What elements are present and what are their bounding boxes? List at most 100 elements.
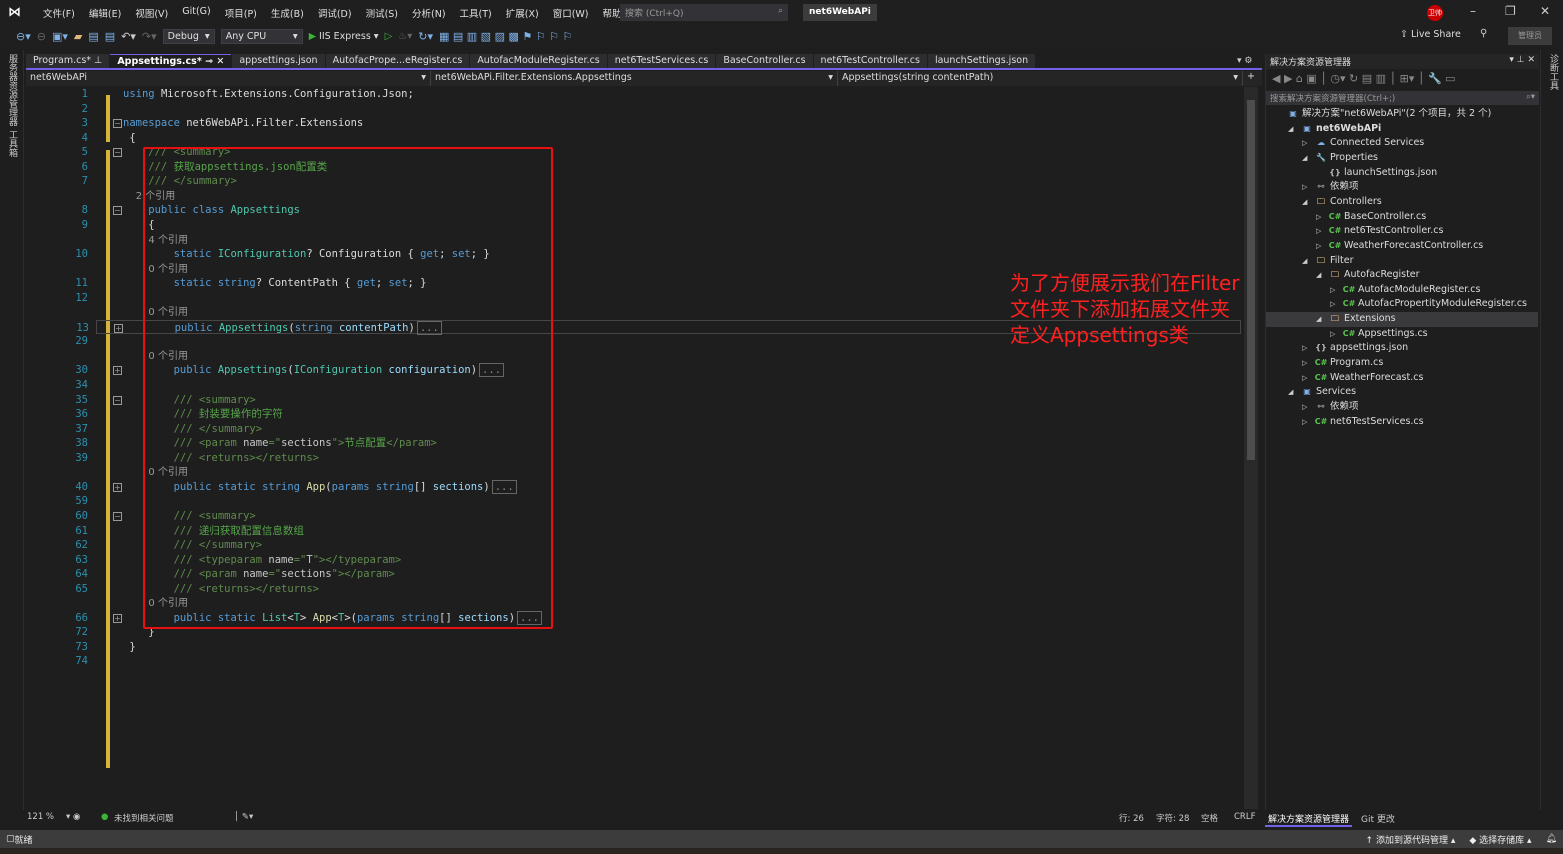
code-line[interactable]: 1 using Microsoft.Extensions.Configuratio… (26, 87, 1236, 102)
collapsed-arrow-icon[interactable]: ▷ (1316, 224, 1321, 239)
eol-indicator[interactable]: CRLF (1234, 812, 1255, 822)
tree-item[interactable]: ▷ C# WeatherForecast.cs (1266, 371, 1538, 386)
tree-item[interactable]: ◢ 🗀 Extensions (1266, 312, 1538, 327)
scrollbar-thumb[interactable] (1247, 100, 1255, 460)
expand-icon[interactable]: + (113, 366, 122, 376)
tree-item[interactable]: {} launchSettings.json (1266, 166, 1538, 181)
expanded-arrow-icon[interactable]: ◢ (1302, 151, 1307, 166)
expanded-arrow-icon[interactable]: ◢ (1302, 195, 1307, 210)
restore-icon[interactable]: ❐ (1505, 4, 1516, 18)
collapsed-arrow-icon[interactable]: ▷ (1302, 180, 1307, 195)
tab-4[interactable]: AutofacModuleRegister.cs (470, 54, 607, 68)
tree-item[interactable]: ▷ C# net6TestController.cs (1266, 224, 1538, 239)
tree-item[interactable]: ▣ 解决方案"net6WebAPi"(2 个项目，共 2 个) (1266, 107, 1538, 122)
collapsed-arrow-icon[interactable]: ▷ (1302, 136, 1307, 151)
open-icon[interactable]: ▰ (74, 30, 82, 43)
tree-item[interactable]: ▷ C# Appsettings.cs (1266, 327, 1538, 342)
solution-search-input[interactable]: 搜索解决方案资源管理器(Ctrl+;) ⌕▾ (1266, 91, 1539, 105)
live-share-button[interactable]: ⇪ Live Share (1400, 29, 1461, 40)
tab-git-changes[interactable]: Git 更改 (1358, 812, 1398, 827)
tree-item[interactable]: ◢ 🗀 AutofacRegister (1266, 268, 1538, 283)
type-dropdown[interactable]: net6WebAPi.Filter.Extensions.Appsettings… (431, 71, 838, 86)
tree-item[interactable]: ◢ 🗀 Filter (1266, 254, 1538, 269)
code-line[interactable]: 74 (26, 654, 1236, 669)
collapsed-arrow-icon[interactable]: ▷ (1316, 210, 1321, 225)
avatar[interactable]: 卫帅 (1427, 5, 1443, 21)
tree-item[interactable]: ◢ 🗀 Controllers (1266, 195, 1538, 210)
forward-icon[interactable]: ⊖ (37, 30, 46, 43)
tab-overflow-icon[interactable]: ▾ ⚙ (1237, 56, 1252, 66)
configuration-select[interactable]: Debug ▾ (162, 28, 215, 44)
expanded-arrow-icon[interactable]: ◢ (1316, 268, 1321, 283)
menu-test[interactable]: 测试(S) (359, 6, 405, 20)
tree-item[interactable]: ▷ C# WeatherForecastController.cs (1266, 239, 1538, 254)
feedback-icon[interactable]: ⚲ (1480, 28, 1487, 39)
project-dropdown[interactable]: net6WebAPi ▾ (26, 71, 431, 86)
tab-2[interactable]: appsettings.json (232, 54, 325, 68)
server-explorer-tab[interactable]: 服务器资源管理器 (6, 54, 19, 126)
tree-item[interactable]: ▷ ⚯ 依赖项 (1266, 400, 1538, 415)
code-line[interactable]: 73 } (26, 640, 1236, 655)
zoom-level[interactable]: 121 % (27, 812, 54, 822)
tree-item[interactable]: ▷ ⚯ 依赖项 (1266, 180, 1538, 195)
tab-5[interactable]: net6TestServices.cs (607, 54, 716, 68)
minimize-icon[interactable]: – (1470, 4, 1476, 18)
tree-item[interactable]: ◢ ▣ Services (1266, 385, 1538, 400)
menu-file[interactable]: 文件(F) (36, 6, 82, 20)
collapsed-arrow-icon[interactable]: ▷ (1302, 371, 1307, 386)
collapse-icon[interactable]: − (113, 148, 122, 158)
tab-6[interactable]: BaseController.cs (716, 54, 813, 68)
tree-item[interactable]: ▷ C# Program.cs (1266, 356, 1538, 371)
collapse-icon[interactable]: − (113, 511, 122, 521)
cleanup-icon[interactable]: │ ✎▾ (234, 812, 253, 822)
tree-item[interactable]: ▷ C# AutofacPropertityModuleRegister.cs (1266, 297, 1538, 312)
collapsed-arrow-icon[interactable]: ▷ (1302, 341, 1307, 356)
platform-select[interactable]: Any CPU ▾ (220, 28, 303, 44)
diagnostic-tools-tab[interactable]: 诊断工具 (1547, 54, 1560, 90)
new-project-icon[interactable]: ▣▾ (52, 30, 68, 43)
collapsed-arrow-icon[interactable]: ▷ (1302, 400, 1307, 415)
collapsed-arrow-icon[interactable]: ▷ (1302, 356, 1307, 371)
expanded-arrow-icon[interactable]: ◢ (1288, 122, 1293, 137)
search-box[interactable]: 搜索 (Ctrl+Q) ⌕ (620, 4, 788, 21)
tab-3[interactable]: AutofacPrope...eRegister.cs (325, 54, 470, 68)
save-all-icon[interactable]: ▤ (105, 30, 115, 43)
split-icon[interactable]: + (1243, 71, 1259, 86)
expanded-arrow-icon[interactable]: ◢ (1316, 312, 1321, 327)
tree-item[interactable]: ▷ ☁ Connected Services (1266, 136, 1538, 151)
code-line[interactable]: 4 { (26, 131, 1236, 146)
tree-item[interactable]: ◢ 🔧 Properties (1266, 151, 1538, 166)
menu-window[interactable]: 窗口(W) (546, 6, 596, 20)
spacing-indicator[interactable]: 空格 (1201, 812, 1218, 824)
menu-edit[interactable]: 编辑(E) (82, 6, 128, 20)
tree-item[interactable]: ▷ C# net6TestServices.cs (1266, 415, 1538, 430)
collapsed-arrow-icon[interactable]: ▷ (1316, 239, 1321, 254)
collapse-icon[interactable]: − (113, 395, 122, 405)
back-icon[interactable]: ⊖▾ (16, 30, 31, 43)
issues-status[interactable]: 未找到相关问题 (114, 812, 174, 824)
expand-icon[interactable]: + (114, 323, 123, 333)
pin-icon[interactable]: ⊥ (91, 55, 102, 66)
start-without-debugging-icon[interactable]: ▷ (385, 31, 393, 42)
collapsed-arrow-icon[interactable]: ▷ (1330, 283, 1335, 298)
tab-solution-explorer[interactable]: 解决方案资源管理器 (1265, 812, 1353, 827)
tree-item[interactable]: ▷ C# BaseController.cs (1266, 210, 1538, 225)
member-dropdown[interactable]: Appsettings(string contentPath) ▾ (838, 71, 1243, 86)
tab-8[interactable]: launchSettings.json (927, 54, 1036, 68)
collapsed-arrow-icon[interactable]: ▷ (1330, 327, 1335, 342)
run-button[interactable]: ▶ IIS Express ▾ (309, 31, 379, 42)
collapsed-arrow-icon[interactable]: ▷ (1302, 415, 1307, 430)
refresh-icon[interactable]: ↻▾ (418, 30, 433, 43)
notification-bell-icon[interactable]: 🔔︎ (1546, 834, 1557, 844)
menu-view[interactable]: 视图(V) (128, 6, 175, 20)
menu-extensions[interactable]: 扩展(X) (499, 6, 546, 20)
menu-tools[interactable]: 工具(T) (453, 6, 499, 20)
collapse-icon[interactable]: − (113, 206, 122, 216)
collapsed-arrow-icon[interactable]: ▷ (1330, 297, 1335, 312)
tab-1[interactable]: Appsettings.cs* ⊸ ✕ (110, 54, 232, 68)
tab-7[interactable]: net6TestController.cs (813, 54, 927, 68)
expanded-arrow-icon[interactable]: ◢ (1302, 254, 1307, 269)
select-repo-button[interactable]: ◆ 选择存储库 ▴ (1469, 833, 1531, 846)
menu-debug[interactable]: 调试(D) (311, 6, 359, 20)
tree-item[interactable]: ▷ {} appsettings.json (1266, 341, 1538, 356)
